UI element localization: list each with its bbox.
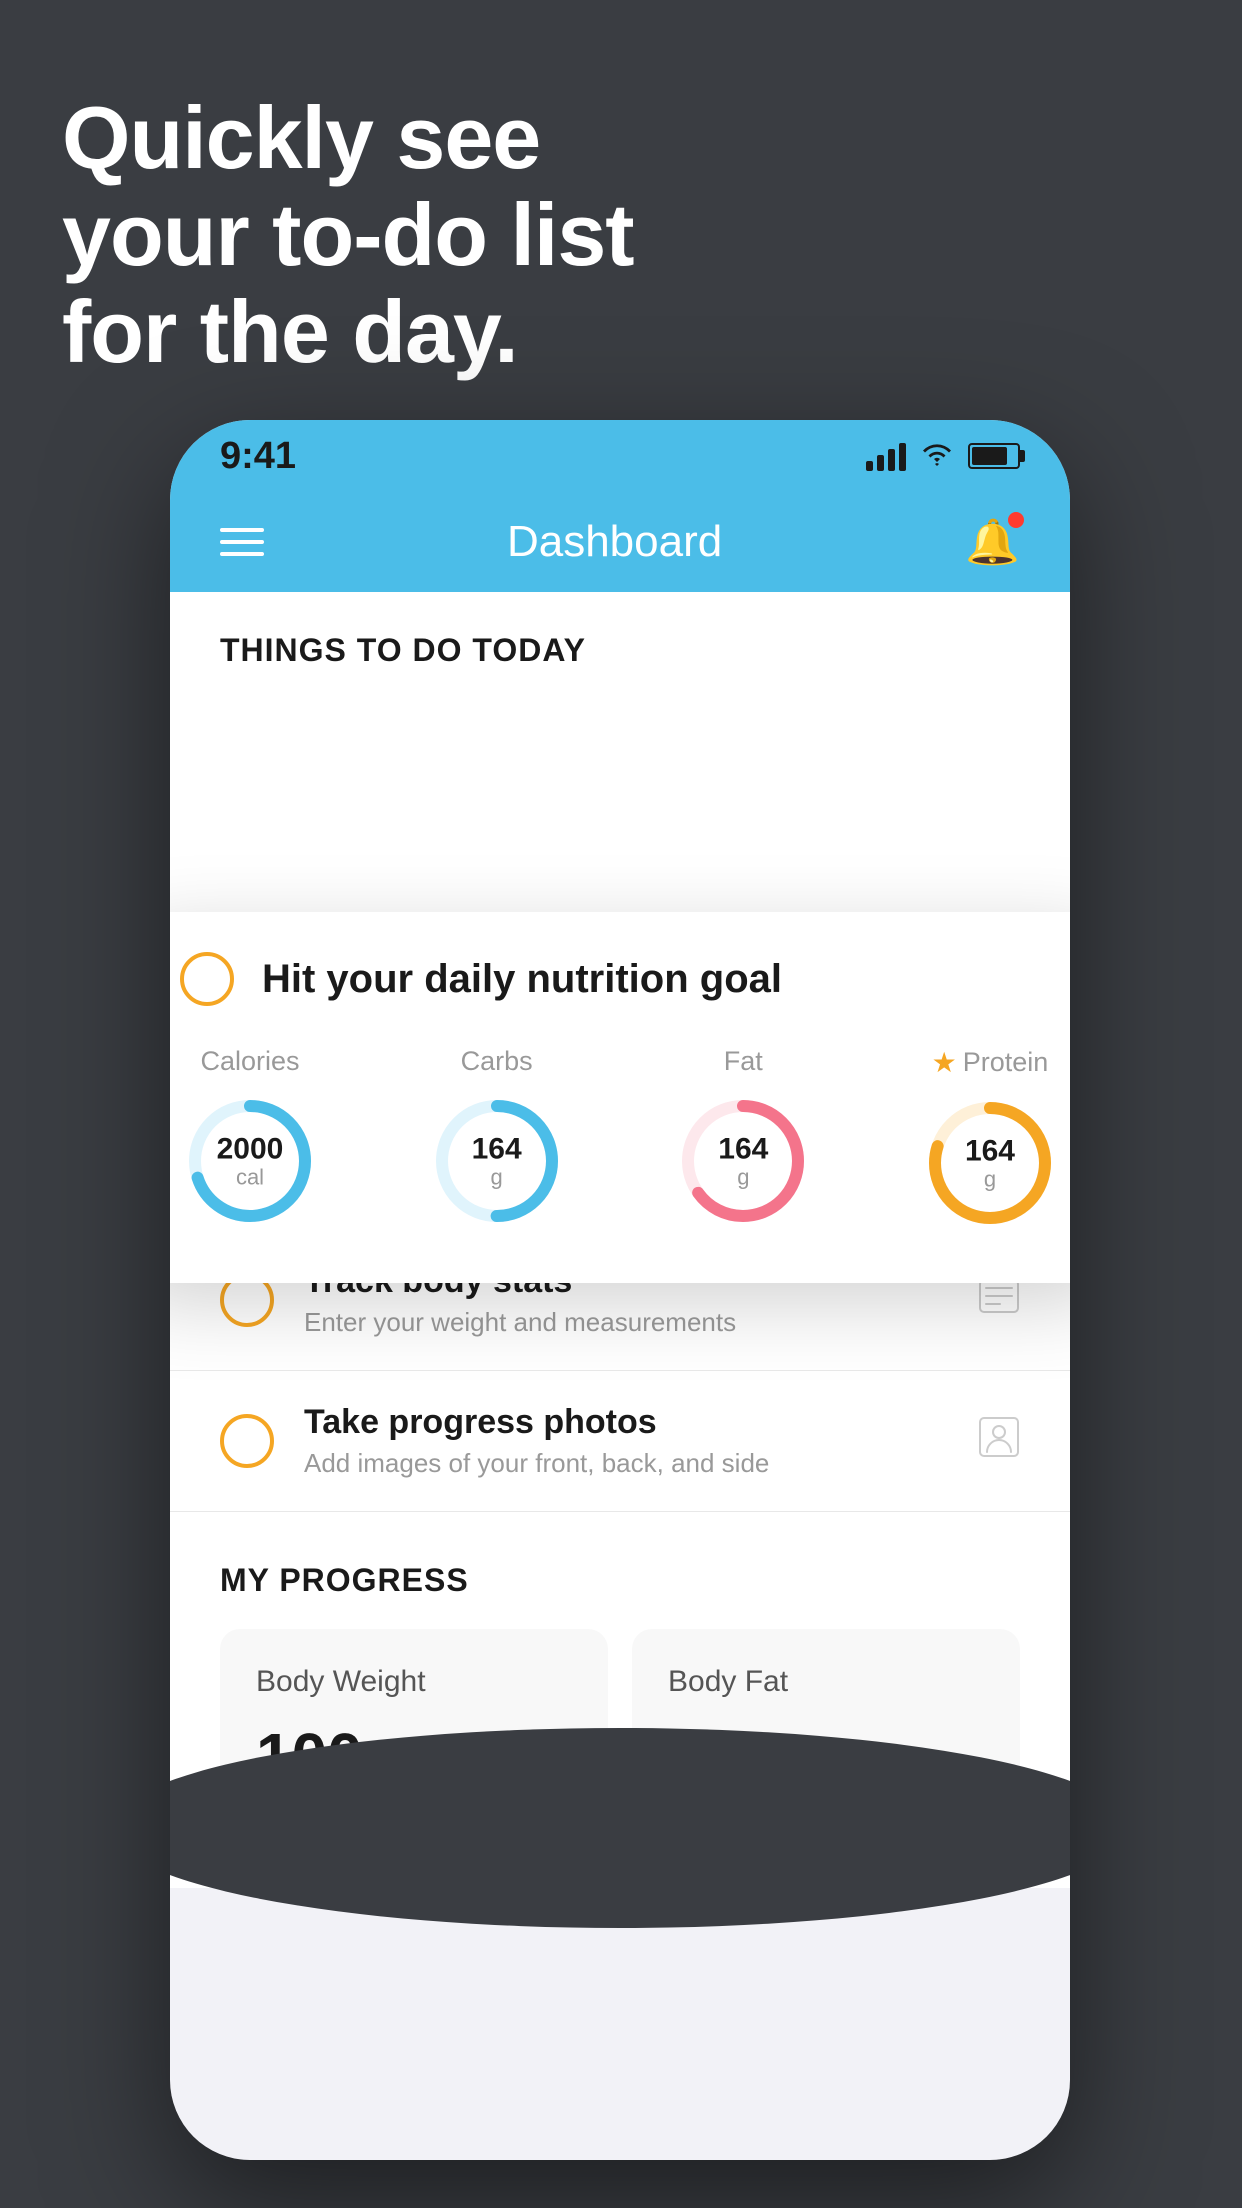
- wifi-icon: [920, 440, 954, 473]
- status-time: 9:41: [220, 435, 296, 478]
- body-weight-label: Body Weight: [256, 1665, 572, 1699]
- status-bar: 9:41: [170, 420, 1070, 492]
- body-fat-label: Body Fat: [668, 1665, 984, 1699]
- calories-unit: cal: [217, 1165, 284, 1189]
- content-area: THINGS TO DO TODAY Hit your daily nutrit…: [170, 592, 1070, 1888]
- protein-donut: 164 g: [920, 1093, 1060, 1233]
- protein-unit: g: [965, 1167, 1015, 1191]
- fat-unit: g: [718, 1165, 768, 1189]
- calories-label: Calories: [200, 1046, 299, 1077]
- calories-value: 2000: [217, 1132, 284, 1165]
- nutrition-radio[interactable]: [180, 952, 234, 1006]
- photos-title: Take progress photos: [304, 1403, 948, 1442]
- nutrition-row: Calories 2000 cal Carbs: [180, 1046, 1060, 1233]
- nutrition-card: Hit your daily nutrition goal Calories 2…: [170, 912, 1070, 1283]
- photos-radio[interactable]: [220, 1414, 274, 1468]
- nutrition-calories: Calories 2000 cal: [180, 1046, 320, 1231]
- things-to-do-title: THINGS TO DO TODAY: [220, 632, 586, 668]
- battery-icon: [968, 443, 1020, 469]
- notification-dot: [1008, 512, 1024, 528]
- menu-icon[interactable]: [220, 528, 264, 556]
- photos-text: Take progress photos Add images of your …: [304, 1403, 948, 1479]
- section-header: THINGS TO DO TODAY: [170, 592, 1070, 689]
- carbs-value: 164: [472, 1132, 522, 1165]
- dark-overlay: [170, 1728, 1070, 1928]
- fat-label: Fat: [724, 1046, 763, 1077]
- scale-icon: [978, 1278, 1020, 1323]
- headline-line2: your to-do list: [62, 187, 634, 284]
- protein-value: 164: [965, 1134, 1015, 1167]
- nutrition-fat: Fat 164 g: [673, 1046, 813, 1231]
- nutrition-carbs: Carbs 164 g: [427, 1046, 567, 1231]
- card-top-row: Hit your daily nutrition goal: [180, 952, 1060, 1006]
- carbs-donut: 164 g: [427, 1091, 567, 1231]
- protein-label: Protein: [963, 1047, 1049, 1078]
- carbs-label: Carbs: [461, 1046, 533, 1077]
- calories-donut: 2000 cal: [180, 1091, 320, 1231]
- nutrition-card-title: Hit your daily nutrition goal: [262, 957, 782, 1002]
- photos-subtitle: Add images of your front, back, and side: [304, 1448, 948, 1479]
- todo-item-photos[interactable]: Take progress photos Add images of your …: [170, 1371, 1070, 1512]
- headline: Quickly see your to-do list for the day.: [62, 90, 634, 380]
- star-icon: ★: [932, 1046, 957, 1079]
- carbs-unit: g: [472, 1165, 522, 1189]
- nav-title: Dashboard: [507, 517, 722, 567]
- signal-icon: [866, 441, 906, 471]
- bodystats-subtitle: Enter your weight and measurements: [304, 1307, 948, 1338]
- progress-section-title: MY PROGRESS: [220, 1562, 1020, 1599]
- headline-line3: for the day.: [62, 284, 634, 381]
- person-icon: [978, 1416, 1020, 1467]
- fat-value: 164: [718, 1132, 768, 1165]
- phone-frame: 9:41 Dashboard 🔔: [170, 420, 1070, 2160]
- bell-icon[interactable]: 🔔: [965, 516, 1020, 568]
- nutrition-protein: ★ Protein 164 g: [920, 1046, 1060, 1233]
- protein-label-wrap: ★ Protein: [932, 1046, 1049, 1079]
- status-icons: [866, 440, 1020, 473]
- nav-bar: Dashboard 🔔: [170, 492, 1070, 592]
- fat-donut: 164 g: [673, 1091, 813, 1231]
- headline-line1: Quickly see: [62, 90, 634, 187]
